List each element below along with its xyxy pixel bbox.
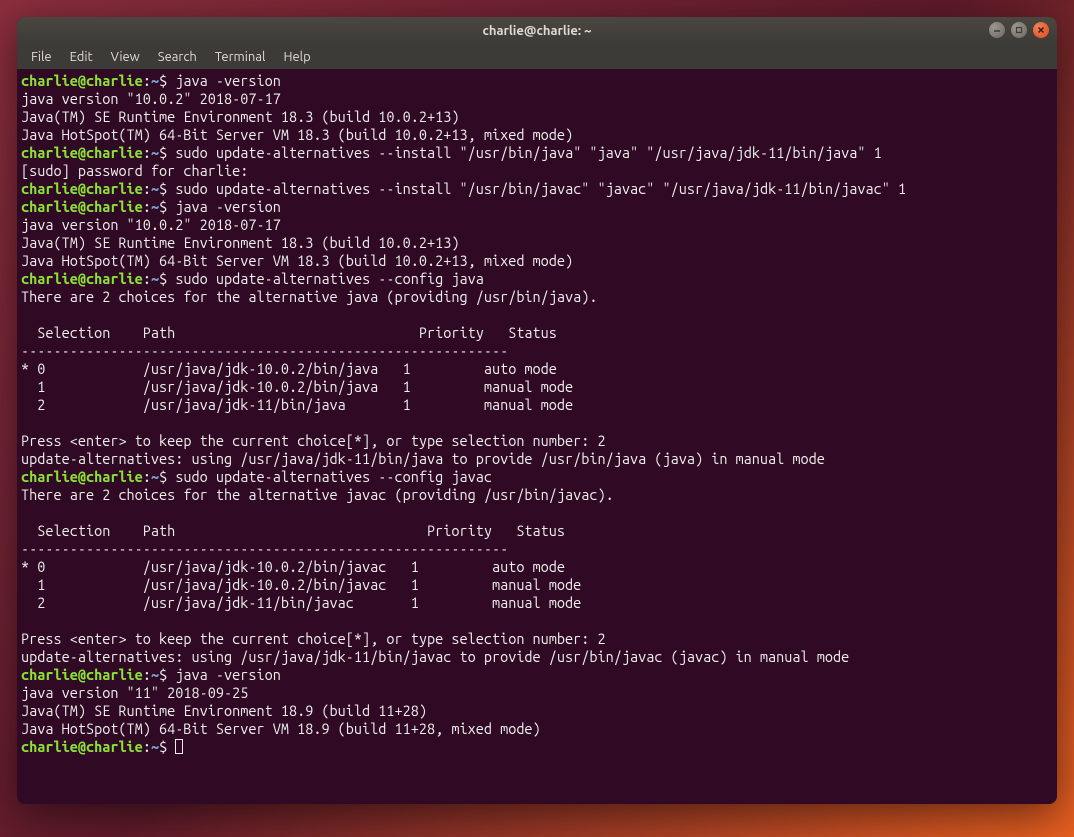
table-row: 1 /usr/java/jdk-10.0.2/bin/javac 1 manua… — [21, 576, 581, 593]
command-text: sudo update-alternatives --install "/usr… — [175, 180, 906, 197]
prompt-dollar: $ — [159, 72, 175, 89]
terminal-content[interactable]: charlie@charlie:~$ java -version java ve… — [17, 69, 1057, 804]
prompt-path: ~ — [151, 270, 159, 287]
output-line: Java(TM) SE Runtime Environment 18.3 (bu… — [21, 108, 459, 125]
command-text: java -version — [175, 666, 281, 683]
prompt-colon: : — [143, 468, 151, 485]
close-button[interactable] — [1033, 22, 1049, 38]
prompt-path: ~ — [151, 468, 159, 485]
output-line: Java(TM) SE Runtime Environment 18.9 (bu… — [21, 702, 427, 719]
prompt-colon: : — [143, 270, 151, 287]
terminal-window: charlie@charlie: ~ File Edit View Search… — [17, 17, 1057, 804]
prompt-user: charlie@charlie — [21, 468, 143, 485]
output-line: Java HotSpot(TM) 64-Bit Server VM 18.9 (… — [21, 720, 541, 737]
output-line: There are 2 choices for the alternative … — [21, 288, 598, 305]
prompt-dollar: $ — [159, 666, 175, 683]
prompt-colon: : — [143, 180, 151, 197]
menu-view[interactable]: View — [103, 48, 148, 66]
command-text: sudo update-alternatives --config java — [175, 270, 484, 287]
prompt-path: ~ — [151, 144, 159, 161]
output-line: Java(TM) SE Runtime Environment 18.3 (bu… — [21, 234, 459, 251]
menu-edit[interactable]: Edit — [62, 48, 101, 66]
prompt-colon: : — [143, 198, 151, 215]
prompt-user: charlie@charlie — [21, 270, 143, 287]
prompt-user: charlie@charlie — [21, 738, 143, 755]
table-header: Selection Path Priority Status — [21, 522, 565, 539]
maximize-icon — [1015, 26, 1023, 34]
table-header: Selection Path Priority Status — [21, 324, 557, 341]
table-row: 1 /usr/java/jdk-10.0.2/bin/java 1 manual… — [21, 378, 573, 395]
output-line: Press <enter> to keep the current choice… — [21, 432, 606, 449]
menubar: File Edit View Search Terminal Help — [17, 45, 1057, 69]
prompt-colon: : — [143, 738, 151, 755]
prompt-user: charlie@charlie — [21, 144, 143, 161]
table-separator: ----------------------------------------… — [21, 540, 508, 557]
prompt-dollar: $ — [159, 738, 175, 755]
menu-terminal[interactable]: Terminal — [207, 48, 274, 66]
command-text: java -version — [175, 72, 281, 89]
prompt-user: charlie@charlie — [21, 666, 143, 683]
output-line: There are 2 choices for the alternative … — [21, 486, 614, 503]
prompt-path: ~ — [151, 72, 159, 89]
prompt-dollar: $ — [159, 468, 175, 485]
cursor — [175, 739, 183, 754]
menu-search[interactable]: Search — [150, 48, 205, 66]
output-line: update-alternatives: using /usr/java/jdk… — [21, 450, 825, 467]
prompt-colon: : — [143, 72, 151, 89]
prompt-path: ~ — [151, 180, 159, 197]
prompt-dollar: $ — [159, 180, 175, 197]
table-row: * 0 /usr/java/jdk-10.0.2/bin/javac 1 aut… — [21, 558, 565, 575]
output-line: update-alternatives: using /usr/java/jdk… — [21, 648, 849, 665]
prompt-user: charlie@charlie — [21, 180, 143, 197]
prompt-path: ~ — [151, 666, 159, 683]
output-line: java version "10.0.2" 2018-07-17 — [21, 90, 281, 107]
prompt-colon: : — [143, 144, 151, 161]
titlebar[interactable]: charlie@charlie: ~ — [17, 17, 1057, 45]
prompt-dollar: $ — [159, 144, 175, 161]
prompt-dollar: $ — [159, 198, 175, 215]
command-text: java -version — [175, 198, 281, 215]
minimize-button[interactable] — [989, 22, 1005, 38]
window-title: charlie@charlie: ~ — [482, 24, 591, 38]
output-line: Press <enter> to keep the current choice… — [21, 630, 606, 647]
output-line: Java HotSpot(TM) 64-Bit Server VM 18.3 (… — [21, 126, 573, 143]
table-row: 2 /usr/java/jdk-11/bin/javac 1 manual mo… — [21, 594, 581, 611]
output-line: java version "11" 2018-09-25 — [21, 684, 248, 701]
prompt-dollar: $ — [159, 270, 175, 287]
table-row: 2 /usr/java/jdk-11/bin/java 1 manual mod… — [21, 396, 573, 413]
command-text: sudo update-alternatives --config javac — [175, 468, 492, 485]
prompt-path: ~ — [151, 198, 159, 215]
prompt-user: charlie@charlie — [21, 72, 143, 89]
output-line: Java HotSpot(TM) 64-Bit Server VM 18.3 (… — [21, 252, 573, 269]
prompt-user: charlie@charlie — [21, 198, 143, 215]
close-icon — [1037, 26, 1045, 34]
menu-file[interactable]: File — [23, 48, 60, 66]
menu-help[interactable]: Help — [275, 48, 318, 66]
table-separator: ----------------------------------------… — [21, 342, 508, 359]
command-text: sudo update-alternatives --install "/usr… — [175, 144, 881, 161]
minimize-icon — [993, 26, 1001, 34]
prompt-path: ~ — [151, 738, 159, 755]
window-controls — [989, 22, 1049, 38]
output-line: [sudo] password for charlie: — [21, 162, 256, 179]
maximize-button[interactable] — [1011, 22, 1027, 38]
output-line: java version "10.0.2" 2018-07-17 — [21, 216, 281, 233]
table-row: * 0 /usr/java/jdk-10.0.2/bin/java 1 auto… — [21, 360, 557, 377]
prompt-colon: : — [143, 666, 151, 683]
